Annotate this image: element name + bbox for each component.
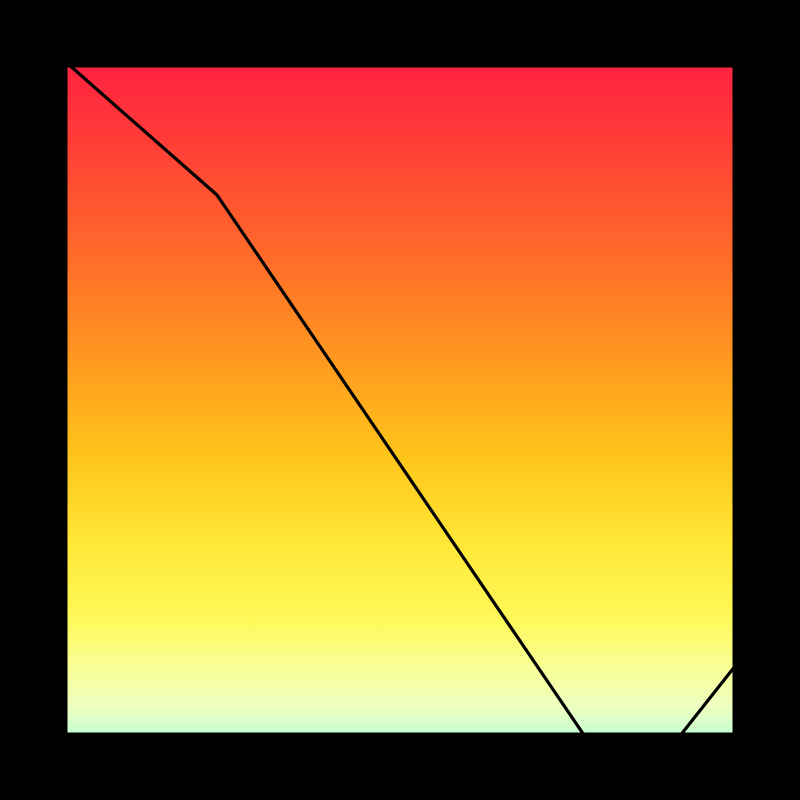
chart-container: TheBottleneck.com <box>0 0 800 800</box>
plot-background <box>34 34 766 766</box>
bottleneck-chart <box>0 0 800 800</box>
